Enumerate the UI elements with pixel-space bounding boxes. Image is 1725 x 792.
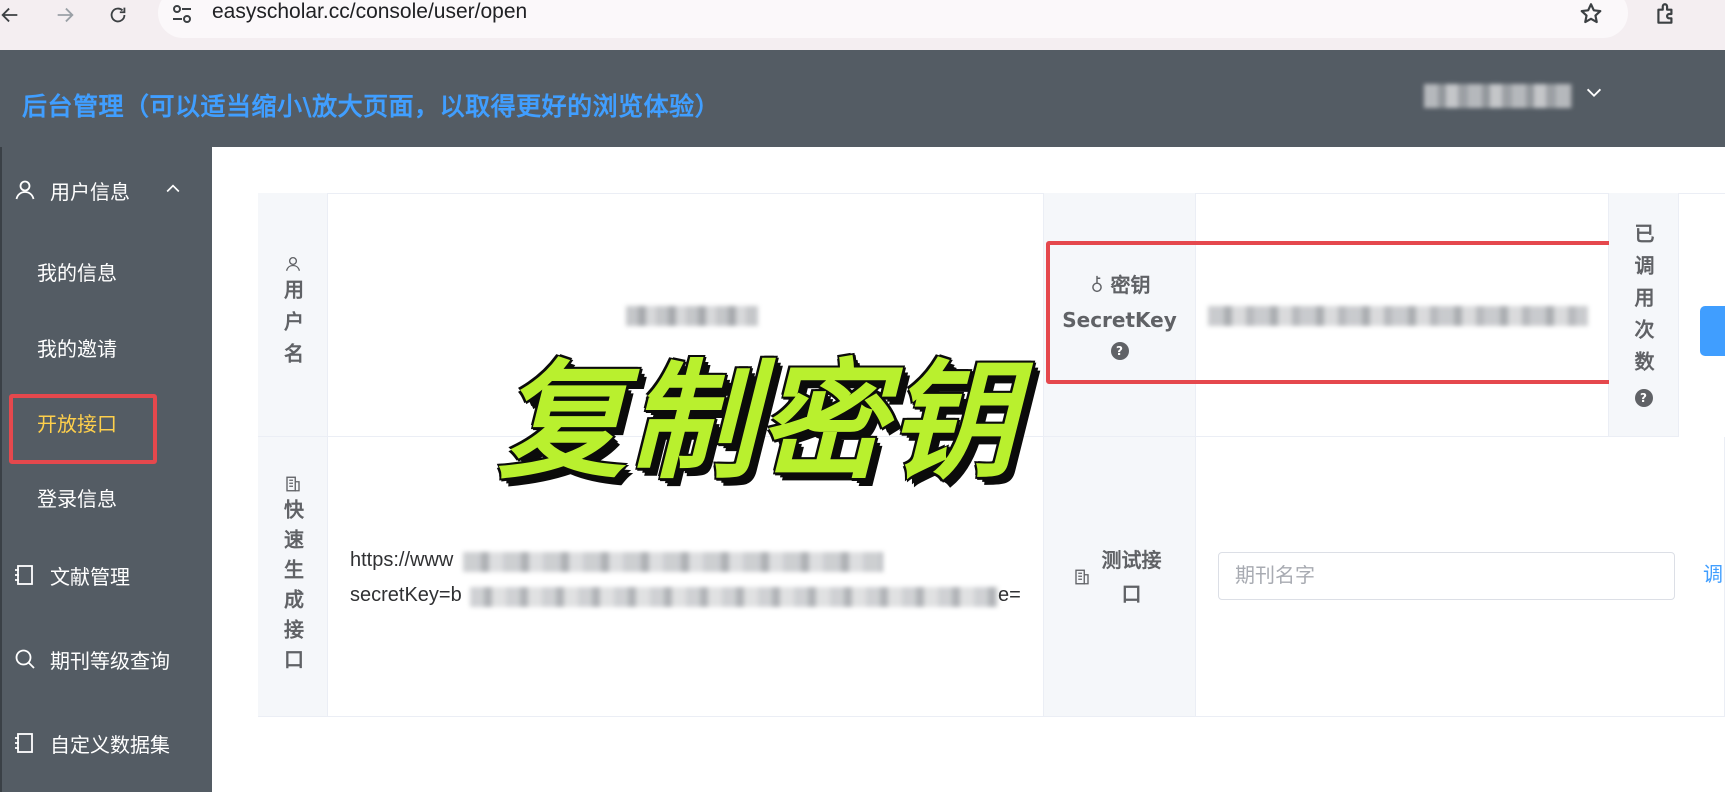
overlay-caption: 复制密钥 [498, 348, 1019, 497]
test-api-label: 测试接口 [1101, 547, 1162, 606]
app-title: 后台管理（可以适当缩小\放大页面，以取得更好的浏览体验） [22, 92, 721, 121]
url-text[interactable]: easyscholar.cc/console/user/open [212, 0, 527, 24]
test-api-label-cell: 测试接口 [1044, 437, 1196, 717]
document-icon [1074, 569, 1089, 584]
sidebar-item-my-invites[interactable]: 我的邀请 [37, 333, 117, 362]
user-icon [12, 177, 38, 203]
book-icon [12, 562, 38, 588]
username-label-cell: 用户名 [258, 193, 328, 437]
active-item-highlight [9, 394, 157, 464]
sidebar-group-label: 用户信息 [50, 179, 130, 204]
user-name-blurred[interactable] [1424, 84, 1572, 108]
reload-icon[interactable] [104, 2, 132, 28]
forward-icon[interactable] [51, 2, 79, 28]
chevron-up-icon [166, 184, 180, 193]
browser-toolbar: easyscholar.cc/console/user/open [0, 0, 1725, 50]
user-icon [285, 256, 300, 271]
bookmark-star-icon[interactable] [1578, 1, 1604, 27]
sidebar-group-label: 文献管理 [50, 564, 130, 589]
chevron-down-icon[interactable] [1583, 82, 1605, 104]
journal-name-field[interactable] [1218, 552, 1675, 600]
quick-api-label: 快速生成接口 [280, 498, 305, 679]
book-icon [12, 730, 38, 756]
call-api-link[interactable]: 调 [1703, 558, 1723, 587]
help-icon[interactable]: ? [1634, 388, 1653, 407]
api-url-line1[interactable]: https://www [350, 549, 453, 572]
api-url-line2-end[interactable]: e= [998, 584, 1021, 607]
calls-label-cell: 已调用次数 ? [1609, 193, 1679, 437]
sidebar-group-literature[interactable]: 文献管理 [0, 547, 212, 603]
document-icon [285, 476, 300, 491]
sidebar-group-label: 自定义数据集 [50, 732, 170, 757]
sidebar-group-user-info[interactable]: 用户信息 [0, 162, 212, 218]
sidebar [0, 147, 212, 792]
sidebar-group-journal-rank[interactable]: 期刊等级查询 [0, 631, 212, 687]
refresh-calls-button[interactable] [1700, 306, 1725, 356]
sidebar-item-login-info[interactable]: 登录信息 [37, 483, 117, 512]
back-icon[interactable] [0, 2, 24, 28]
sidebar-group-label: 期刊等级查询 [50, 648, 170, 673]
quick-api-label-cell: 快速生成接口 [258, 437, 328, 717]
sidebar-item-my-info[interactable]: 我的信息 [37, 257, 117, 286]
sidebar-group-custom-dataset[interactable]: 自定义数据集 [0, 715, 212, 771]
site-settings-icon[interactable] [170, 2, 194, 26]
extensions-icon[interactable] [1653, 1, 1679, 27]
calls-label: 已调用次数 [1631, 222, 1655, 383]
journal-name-input[interactable] [1219, 553, 1674, 599]
api-url-blurred-2 [470, 587, 998, 607]
api-url-blurred-1 [463, 552, 883, 572]
secret-key-highlight [1046, 241, 1619, 384]
search-icon [12, 646, 38, 672]
username-label: 用户名 [280, 278, 305, 375]
api-url-line2[interactable]: secretKey=b [350, 584, 462, 607]
